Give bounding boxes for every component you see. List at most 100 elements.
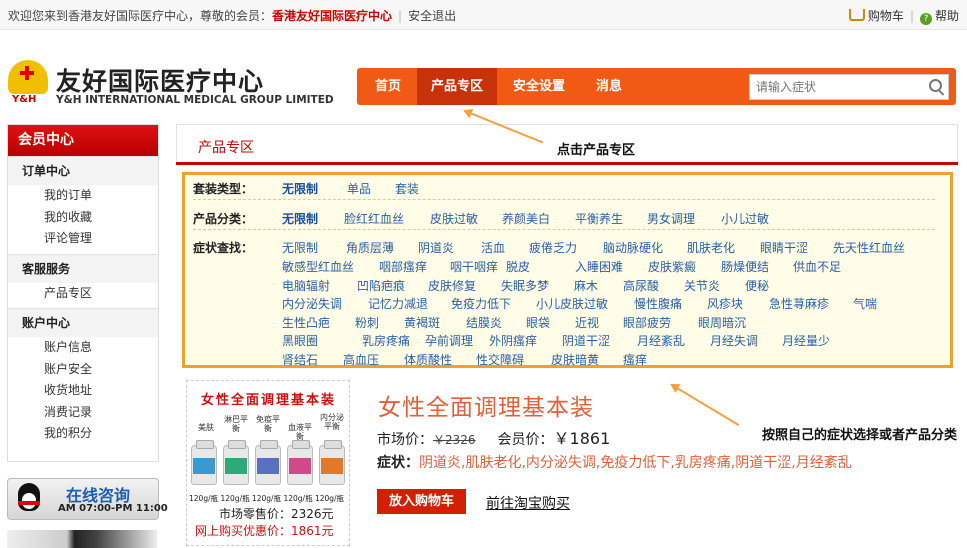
filter-option[interactable]: 外阴瘙痒 — [489, 332, 537, 349]
add-to-cart-button[interactable]: 放入购物车 — [377, 489, 466, 514]
filter-option[interactable]: 供血不足 — [793, 258, 841, 275]
filter-option[interactable]: 内分泌失调 — [282, 295, 342, 312]
sidebar-item-spending[interactable]: 消费记录 — [8, 402, 158, 424]
cart-link[interactable]: 购物车 — [848, 7, 904, 24]
filter-option[interactable]: 咽干咽痒 — [450, 258, 498, 275]
filter-option[interactable]: 结膜炎 — [466, 314, 502, 331]
filter-option[interactable]: 黑眼圈 — [282, 332, 318, 349]
filter-option[interactable]: 小儿过敏 — [721, 210, 769, 227]
logo[interactable]: Y&H 友好国际医疗中心 Y&H INTERNATIONAL MEDICAL G… — [6, 60, 346, 112]
filter-option[interactable]: 疲倦乏力 — [529, 239, 577, 256]
filter-option[interactable]: 脱皮 — [506, 258, 530, 275]
sidebar-section-title: 订单中心 — [8, 157, 158, 185]
filter-option[interactable]: 月经失调 — [710, 332, 758, 349]
product-image[interactable]: 女性全面调理基本装 美肤 淋巴平衡 免疫平衡 血液平衡 内分泌平衡 120g/瓶… — [186, 380, 350, 546]
filter-option[interactable]: 月经量少 — [782, 332, 830, 349]
search-box — [749, 74, 949, 100]
tab-products[interactable]: 产品专区 — [417, 68, 497, 105]
filter-option[interactable]: 黄褐斑 — [404, 314, 440, 331]
filter-option[interactable]: 失眠多梦 — [501, 277, 549, 294]
filter-option[interactable]: 无限制 — [282, 180, 318, 197]
filter-option[interactable]: 脑动脉硬化 — [603, 239, 663, 256]
filter-option[interactable]: 近视 — [575, 314, 599, 331]
filter-option[interactable]: 瘙痒 — [623, 351, 647, 368]
filter-option[interactable]: 凹陷疤痕 — [357, 277, 405, 294]
filter-option[interactable]: 皮肤修复 — [428, 277, 476, 294]
filter-option[interactable]: 活血 — [481, 239, 505, 256]
filter-option[interactable]: 麻木 — [574, 277, 598, 294]
filter-option[interactable]: 咽部瘙痒 — [379, 258, 427, 275]
filter-option[interactable]: 皮肤过敏 — [430, 210, 478, 227]
filter-option[interactable]: 肌肤老化 — [687, 239, 735, 256]
bottle-4 — [287, 440, 313, 485]
filter-option[interactable]: 男女调理 — [647, 210, 695, 227]
filter-option[interactable]: 记忆力减退 — [368, 295, 428, 312]
market-price: ￥2326 — [433, 433, 476, 447]
tab-messages[interactable]: 消息 — [579, 68, 639, 105]
filter-option[interactable]: 急性荨麻疹 — [769, 295, 829, 312]
filter-option[interactable]: 先天性红血丝 — [833, 239, 905, 256]
filter-option[interactable]: 生性凸疤 — [282, 314, 330, 331]
section-divider — [176, 162, 958, 165]
filter-option[interactable]: 阴道炎 — [418, 239, 454, 256]
logo-en: Y&H INTERNATIONAL MEDICAL GROUP LIMITED — [56, 94, 334, 106]
product-name[interactable]: 女性全面调理基本装 — [378, 388, 594, 422]
sidebar-item-products[interactable]: 产品专区 — [8, 283, 158, 305]
filter-option[interactable]: 套装 — [395, 180, 419, 197]
filter-option[interactable]: 体质酸性 — [404, 351, 452, 368]
search-icon[interactable] — [929, 79, 942, 92]
member-name[interactable]: 香港友好国际医疗中心 — [272, 9, 392, 23]
filter-option[interactable]: 眼袋 — [526, 314, 550, 331]
sidebar-item-my-orders[interactable]: 我的订单 — [8, 185, 158, 207]
filter-option[interactable]: 气喘 — [853, 295, 877, 312]
sidebar-item-account-info[interactable]: 账户信息 — [8, 337, 158, 359]
sidebar-item-address[interactable]: 收货地址 — [8, 380, 158, 402]
filter-option[interactable]: 高尿酸 — [623, 277, 659, 294]
help-link[interactable]: ? 帮助 — [919, 7, 959, 25]
filter-option[interactable]: 养颜美白 — [502, 210, 550, 227]
filter-option[interactable]: 肾结石 — [282, 351, 318, 368]
qq-penguin-icon — [14, 483, 44, 515]
online-consult-button[interactable]: 在线咨询 AM 07:00-PM 11:00 — [7, 478, 168, 520]
sidebar-item-account-security[interactable]: 账户安全 — [8, 359, 158, 381]
filter-option[interactable]: 电脑辐射 — [282, 277, 330, 294]
filter-option[interactable]: 无限制 — [282, 239, 318, 256]
filter-option[interactable]: 高血压 — [343, 351, 379, 368]
taobao-link[interactable]: 前往淘宝购买 — [486, 493, 570, 513]
filter-option[interactable]: 免疫力低下 — [451, 295, 511, 312]
filter-option[interactable]: 慢性腹痛 — [634, 295, 682, 312]
sidebar-item-points[interactable]: 我的积分 — [8, 423, 158, 445]
filter-option[interactable]: 单品 — [347, 180, 371, 197]
filter-option[interactable]: 阴道干涩 — [562, 332, 610, 349]
filter-option[interactable]: 风疹块 — [707, 295, 743, 312]
sidebar-item-favorites[interactable]: 我的收藏 — [8, 207, 158, 229]
symptoms-label: 症状： — [377, 455, 419, 471]
tab-home[interactable]: 首页 — [359, 68, 417, 105]
filter-option[interactable]: 敏感型红血丝 — [282, 258, 354, 275]
sidebar-section-account: 账户中心 账户信息 账户安全 收货地址 消费记录 我的积分 — [8, 308, 158, 445]
search-input[interactable] — [754, 77, 928, 97]
filter-option[interactable]: 性交障碍 — [476, 351, 524, 368]
filter-option[interactable]: 肠燥便结 — [721, 258, 769, 275]
filter-option[interactable]: 小儿皮肤过敏 — [536, 295, 608, 312]
filter-option[interactable]: 乳房疼痛 — [362, 332, 410, 349]
filter-option[interactable]: 月经紊乱 — [637, 332, 685, 349]
filter-option[interactable]: 无限制 — [282, 210, 318, 227]
filter-option[interactable]: 眼部疲劳 — [623, 314, 671, 331]
logout-link[interactable]: 安全退出 — [408, 9, 456, 23]
filter-option[interactable]: 入睡困难 — [575, 258, 623, 275]
filter-option[interactable]: 皮肤暗黄 — [551, 351, 599, 368]
sidebar-item-reviews[interactable]: 评论管理 — [8, 228, 158, 250]
tab-security[interactable]: 安全设置 — [499, 68, 579, 105]
filter-option[interactable]: 眼周暗沉 — [698, 314, 746, 331]
section-title: 产品专区 — [198, 140, 254, 156]
filter-option[interactable]: 眼睛干涩 — [760, 239, 808, 256]
filter-option[interactable]: 脸红红血丝 — [344, 210, 404, 227]
filter-option[interactable]: 角质层薄 — [346, 239, 394, 256]
filter-option[interactable]: 皮肤紫癜 — [648, 258, 696, 275]
filter-option[interactable]: 便秘 — [745, 277, 769, 294]
filter-option[interactable]: 粉刺 — [355, 314, 379, 331]
filter-option[interactable]: 关节炎 — [684, 277, 720, 294]
filter-option[interactable]: 孕前调理 — [425, 332, 473, 349]
filter-option[interactable]: 平衡养生 — [575, 210, 623, 227]
